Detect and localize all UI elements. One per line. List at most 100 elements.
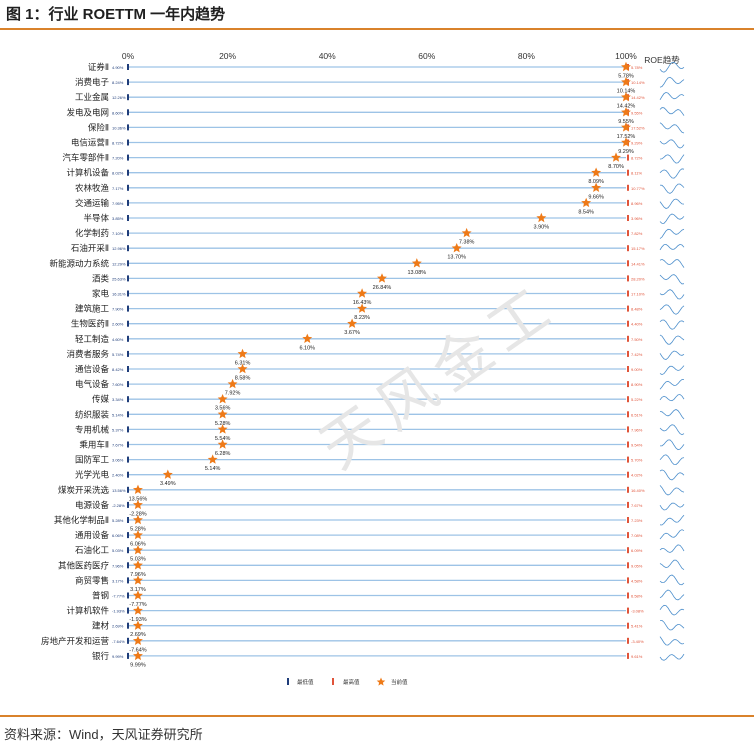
min-marker: [127, 335, 129, 342]
legend-current-label: 当前值: [391, 678, 408, 686]
min-marker: [127, 139, 129, 146]
max-label: 9.61%: [631, 654, 643, 659]
max-label: 10.77%: [631, 186, 645, 191]
trend-sparkline: [659, 529, 685, 540]
legend-star: [376, 677, 386, 686]
min-label: 7.60%: [112, 382, 124, 387]
min-label: 7.20%: [112, 156, 124, 161]
min-marker: [127, 169, 129, 176]
max-marker: [627, 215, 629, 221]
row-label: 消费者服务: [66, 349, 109, 359]
max-marker: [627, 350, 629, 357]
min-marker: [127, 366, 129, 372]
trend-sparkline: [659, 619, 685, 631]
row-label: 传媒: [92, 394, 110, 404]
trend-sparkline: [659, 424, 685, 436]
chart-title: 图 1：行业 ROETTM 一年内趋势: [6, 6, 226, 23]
trend-sparkline: [659, 589, 685, 601]
min-marker: [127, 245, 129, 252]
row-label: 建材: [92, 621, 110, 631]
min-marker: [127, 411, 129, 418]
min-marker: [127, 79, 129, 86]
current-label: 6.10%: [299, 345, 315, 351]
row-label: 乘用车Ⅱ: [79, 440, 109, 450]
x-tick-label: 40%: [319, 51, 336, 61]
max-label: 6.09%: [631, 548, 643, 553]
trend-sparkline: [659, 350, 685, 360]
max-label: 7.96%: [631, 427, 643, 432]
max-label: 10.14%: [631, 80, 645, 85]
row-label: 煤炭开采洗选: [58, 485, 110, 495]
min-marker: [127, 275, 129, 282]
row-label: 纺织服装: [75, 409, 110, 419]
max-label: 6.51%: [631, 412, 643, 417]
top-rule: [0, 28, 754, 30]
current-star: [621, 61, 631, 72]
min-marker: [127, 320, 129, 327]
min-label: 5.74%: [112, 352, 124, 357]
min-marker: [127, 215, 129, 221]
bottom-rule: [0, 715, 754, 717]
max-marker: [627, 486, 629, 493]
min-label: 2.40%: [112, 473, 124, 478]
row-label: 发电及电网: [66, 107, 109, 117]
current-label: 8.58%: [235, 376, 251, 382]
max-label: 4.58%: [631, 578, 643, 583]
max-marker: [627, 607, 629, 614]
max-label: 5.22%: [631, 397, 643, 402]
min-marker: [127, 532, 129, 539]
current-label: 8.54%: [578, 209, 594, 215]
min-marker: [127, 350, 129, 357]
min-label: -7.77%: [112, 594, 125, 599]
max-label: 9.55%: [631, 110, 643, 115]
max-marker: [627, 577, 629, 584]
max-marker: [627, 199, 629, 206]
current-label: 8.70%: [608, 164, 624, 170]
trend-sparkline: [659, 604, 685, 616]
max-label: 7.08%: [631, 533, 643, 538]
min-marker: [127, 426, 129, 433]
max-marker: [627, 501, 629, 508]
min-label: 3.34%: [112, 397, 124, 402]
row-label: 半导体: [83, 213, 109, 223]
max-marker: [627, 154, 629, 161]
max-marker: [627, 652, 629, 659]
trend-sparkline: [659, 122, 685, 134]
trend-sparkline: [659, 154, 685, 164]
row-label: 电信运营Ⅱ: [71, 138, 109, 148]
min-label: 10.36%: [112, 125, 126, 130]
max-label: 17.52%: [631, 125, 645, 130]
trend-sparkline: [659, 544, 685, 553]
row-label: 电气设备: [75, 379, 110, 389]
trend-sparkline: [659, 198, 685, 209]
max-label: 7.23%: [631, 518, 643, 523]
max-marker: [627, 396, 629, 403]
max-label: 8.90%: [631, 382, 643, 387]
trend-sparkline: [659, 274, 685, 285]
trend-sparkline: [659, 469, 685, 481]
row-label: 光学光电: [75, 470, 110, 480]
row-label: 通用设备: [75, 530, 110, 540]
row-label: 交通运输: [75, 198, 110, 208]
min-label: 7.10%: [112, 231, 124, 236]
trend-sparkline: [659, 394, 685, 402]
min-label: 7.95%: [112, 201, 124, 206]
min-marker: [127, 64, 129, 70]
current-label: 9.99%: [130, 662, 146, 668]
min-label: -2.28%: [112, 503, 125, 508]
min-label: 5.03%: [112, 548, 124, 553]
trend-sparkline: [659, 76, 685, 88]
row-label: 通信设备: [75, 364, 110, 374]
max-label: 8.48%: [631, 307, 643, 312]
min-marker: [127, 109, 129, 116]
trend-sparkline: [659, 409, 685, 420]
max-marker: [627, 411, 629, 418]
trend-sparkline: [659, 454, 685, 466]
trend-sparkline: [659, 653, 685, 661]
max-label: -3.08%: [631, 609, 644, 614]
max-label: 9.05%: [631, 563, 643, 568]
min-label: 7.90%: [112, 307, 124, 312]
min-label: 7.96%: [112, 563, 124, 568]
min-marker: [127, 562, 129, 569]
max-marker: [627, 230, 629, 237]
